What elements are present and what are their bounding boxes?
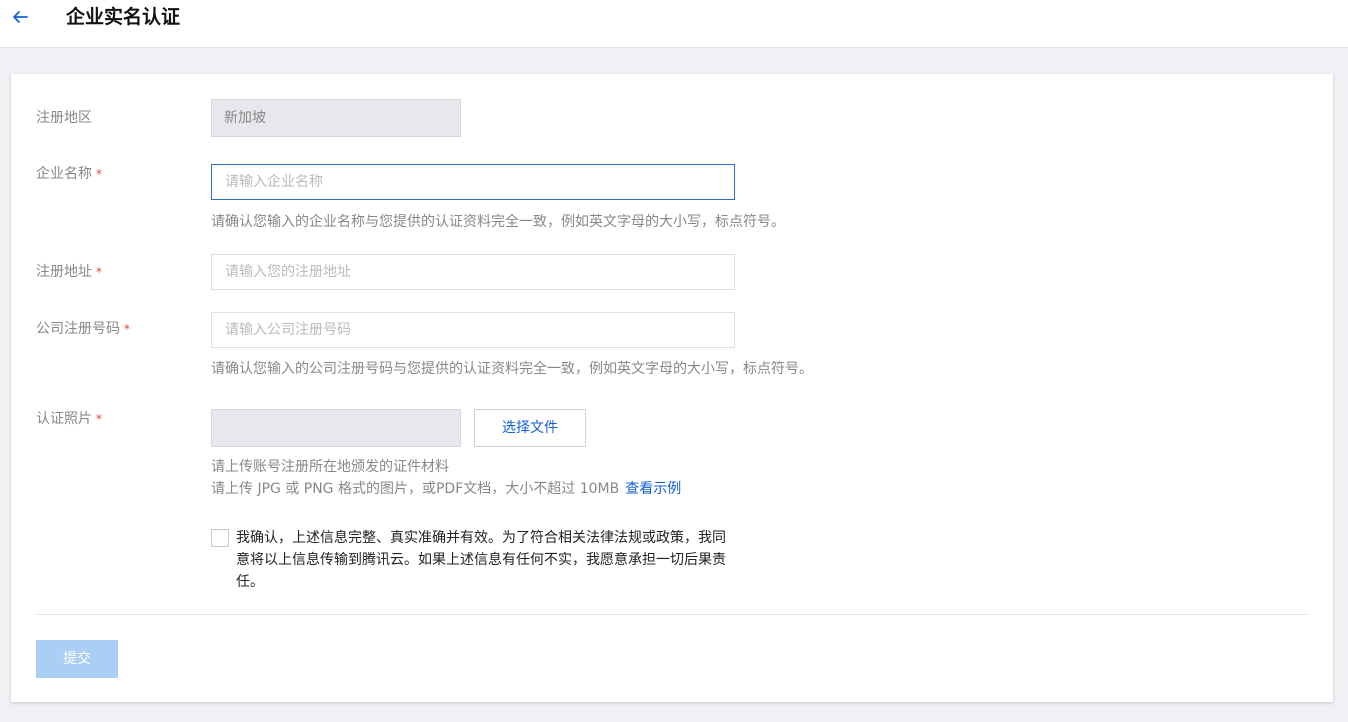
reg-number-label: 公司注册号码 *: [36, 321, 130, 337]
top-bar: 企业实名认证: [0, 0, 1348, 48]
photo-hint-1: 请上传账号注册所在地颁发的证件材料: [211, 459, 449, 475]
page-title: 企业实名认证: [66, 6, 181, 28]
photo-hint-2: 请上传 JPG 或 PNG 格式的图片，或PDF文档，大小不超过 10MB 查看示…: [211, 481, 682, 497]
address-input[interactable]: [211, 254, 735, 290]
submit-button[interactable]: 提交: [36, 640, 118, 678]
company-name-input[interactable]: [211, 164, 735, 200]
reg-number-input[interactable]: [211, 312, 735, 348]
form-card: 注册地区 新加坡 企业名称* 请确认您输入的企业名称与您提供的认证资料完全一致，…: [11, 74, 1333, 702]
required-mark: *: [96, 167, 102, 181]
required-mark: *: [96, 265, 102, 279]
view-example-link[interactable]: 查看示例: [625, 481, 681, 497]
company-name-label: 企业名称 *: [36, 166, 102, 182]
divider: [36, 614, 1308, 615]
region-field: 新加坡: [211, 99, 461, 137]
agreement-text: 我确认，上述信息完整、真实准确并有效。为了符合相关法律法规或政策，我同意将以上信…: [236, 530, 726, 590]
required-mark: *: [124, 322, 130, 336]
reg-number-hint: 请确认您输入的公司注册号码与您提供的认证资料完全一致，例如英文字母的大小写，标点…: [211, 361, 813, 377]
arrow-left-icon: [13, 11, 28, 23]
address-label: 注册地址 *: [36, 264, 102, 280]
agreement-checkbox[interactable]: [211, 529, 229, 547]
company-name-hint: 请确认您输入的企业名称与您提供的认证资料完全一致，例如英文字母的大小写，标点符号…: [211, 214, 785, 230]
required-mark: *: [96, 412, 102, 426]
back-button[interactable]: [10, 6, 32, 28]
file-name-field: [211, 409, 461, 447]
photo-label: 认证照片 *: [36, 411, 102, 427]
region-label: 注册地区: [36, 110, 92, 126]
choose-file-button[interactable]: 选择文件: [474, 409, 586, 447]
